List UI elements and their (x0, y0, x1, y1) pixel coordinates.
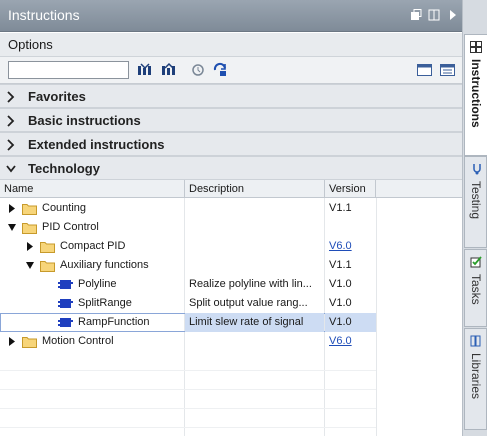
collapse-arrow-icon[interactable] (26, 261, 34, 270)
palette-extended-instructions[interactable]: Extended instructions (0, 132, 462, 156)
tree-item-description: Realize polyline with lin... (189, 278, 312, 290)
tree-item-name: RampFunction (78, 316, 150, 328)
float-window-icon[interactable] (410, 9, 422, 21)
folder-icon (40, 261, 55, 272)
expand-arrow-icon[interactable] (8, 204, 16, 213)
tree-item-description: Limit slew rate of signal (185, 313, 324, 332)
options-label: Options (8, 37, 53, 52)
chevron-right-icon (7, 139, 15, 151)
tree-item-description (185, 256, 324, 275)
task-card-tabs: Instructions Testing Tasks Libraries (462, 0, 487, 436)
row-divider (0, 389, 376, 390)
tree-row-splitrange[interactable]: SplitRange Split output value rang... V1… (0, 294, 462, 313)
folder-icon (40, 242, 55, 253)
testing-icon (473, 164, 481, 175)
folder-icon (22, 204, 37, 215)
palette-technology[interactable]: Technology (0, 156, 462, 180)
row-divider (0, 408, 376, 409)
tree-row-polyline[interactable]: Polyline Realize polyline with lin... V1… (0, 275, 462, 294)
chevron-right-icon (7, 91, 15, 103)
tree-item-name: Counting (42, 202, 87, 214)
chevron-right-icon (7, 115, 15, 127)
tree-item-name: SplitRange (78, 297, 132, 309)
tree-row-rampfunction[interactable]: RampFunction Limit slew rate of signal V… (0, 313, 376, 332)
folder-icon (22, 337, 37, 348)
task-card-titlebar: Instructions (0, 0, 462, 32)
tree-item-description: Split output value rang... (189, 297, 308, 309)
single-pane-view-icon[interactable] (416, 62, 433, 78)
function-block-icon (58, 280, 73, 289)
tab-label: Libraries (469, 353, 483, 400)
tree-row-motion-control[interactable]: Motion Control V6.0 (0, 332, 462, 351)
collapse-arrow-icon[interactable] (8, 223, 16, 232)
tree-item-name: Auxiliary functions (60, 259, 149, 271)
palette-label: Favorites (28, 89, 86, 104)
tree-item-description (185, 199, 324, 218)
search-down-icon[interactable] (137, 62, 154, 78)
tab-tasks[interactable]: Tasks (464, 249, 487, 327)
task-card-title: Instructions (8, 7, 80, 23)
tree-row-compact-pid[interactable]: Compact PID V6.0 (0, 237, 462, 256)
options-toolbar (0, 57, 462, 84)
tree-item-name: PID Control (42, 221, 99, 233)
tree-item-name: Motion Control (42, 335, 114, 347)
tab-label: Instructions (469, 59, 483, 128)
split-view-icon[interactable] (428, 9, 440, 21)
palette-label: Basic instructions (28, 113, 141, 128)
tree-row-auxiliary-functions[interactable]: Auxiliary functions V1.1 (0, 256, 462, 275)
palette-basic-instructions[interactable]: Basic instructions (0, 108, 462, 132)
column-header-version[interactable]: Version (325, 180, 376, 198)
tree-item-version: V1.0 (325, 313, 376, 332)
tab-testing[interactable]: Testing (464, 156, 487, 248)
tree-item-name: Compact PID (60, 240, 126, 252)
version-link[interactable]: V6.0 (329, 335, 352, 347)
expand-arrow-icon[interactable] (26, 242, 34, 251)
tree-item-description (185, 237, 324, 256)
tree-item-description (185, 218, 324, 237)
function-block-icon (58, 299, 73, 308)
column-header-description[interactable]: Description (185, 180, 325, 198)
tab-libraries[interactable]: Libraries (464, 328, 487, 430)
function-block-icon (58, 318, 73, 327)
tab-label: Tasks (469, 274, 483, 305)
row-divider (0, 427, 376, 428)
row-divider (0, 370, 376, 371)
chevron-down-icon (6, 165, 16, 173)
collapse-arrow-icon[interactable] (447, 9, 459, 21)
libraries-icon (470, 335, 481, 347)
update-icon[interactable] (212, 62, 229, 78)
tree-item-version: V1.0 (329, 297, 352, 309)
tab-instructions[interactable]: Instructions (464, 34, 487, 156)
tree-row-counting[interactable]: Counting V1.1 (0, 199, 462, 218)
tab-label: Testing (469, 181, 483, 220)
tree-item-version: V1.0 (329, 278, 352, 290)
column-header-row: Name Description Version (0, 180, 462, 198)
tree-row-pid-control[interactable]: PID Control (0, 218, 462, 237)
options-header: Options (0, 33, 462, 57)
expand-arrow-icon[interactable] (8, 337, 16, 346)
search-up-icon[interactable] (161, 62, 178, 78)
palette-favorites[interactable]: Favorites (0, 84, 462, 108)
palette-label: Extended instructions (28, 137, 165, 152)
tree-item-version: V1.1 (329, 202, 352, 214)
change-version-icon[interactable] (190, 62, 207, 78)
search-input[interactable] (8, 61, 129, 79)
split-pane-view-icon[interactable] (439, 62, 456, 78)
tasks-icon (470, 256, 482, 268)
column-header-name[interactable]: Name (0, 180, 185, 198)
folder-icon (22, 223, 37, 234)
palette-label: Technology (28, 161, 100, 176)
instructions-icon (470, 41, 482, 53)
version-link[interactable]: V6.0 (329, 240, 352, 252)
tree-item-version (325, 218, 376, 237)
tree-item-version: V1.1 (329, 259, 352, 271)
tree-item-name: Polyline (78, 278, 117, 290)
tree-item-description (185, 332, 324, 351)
instruction-tree: Name Description Version Counting V1.1 P… (0, 180, 462, 436)
